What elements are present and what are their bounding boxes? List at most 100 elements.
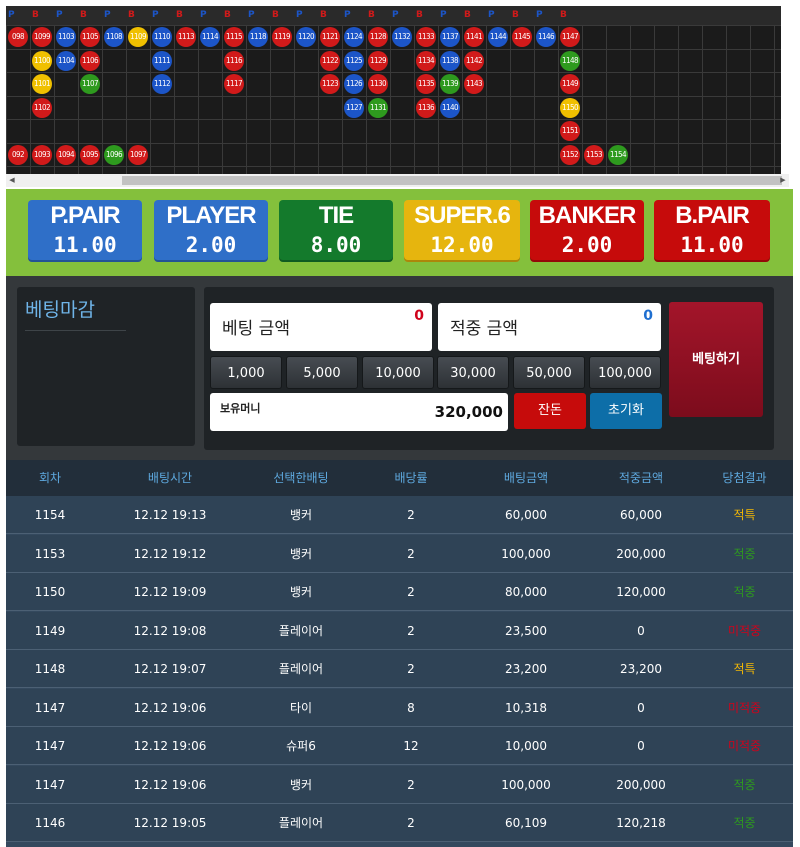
bead-road-board: P B P B P B P B P B P B P B P B P B P B P B P B 098 1099 1103 1105… [6,6,781,174]
place-bet-button[interactable]: 베팅하기 [669,302,763,417]
win-amount-field: 적중 금액 0 [438,303,661,351]
row-bet-amount: 60,000 [505,508,547,522]
road-bead: 1144 [488,27,508,47]
row-win-amount: 60,000 [620,508,662,522]
road-grid-line [750,25,751,174]
road-bead: 1097 [128,144,148,165]
road-header-player-marker: P [200,10,207,20]
bet-player-odds: 2.00 [185,233,237,257]
scroll-left-arrow-icon[interactable]: ◀ [6,174,18,187]
bet-super6-button[interactable]: SUPER.6 12.00 [404,200,520,262]
bet-player-button[interactable]: PLAYER 2.00 [154,200,268,262]
row-odds: 2 [407,777,415,792]
road-grid-line [270,25,271,174]
road-grid-line [246,25,247,174]
row-round: 1147 [34,739,66,753]
road-bead: 1105 [80,27,100,47]
row-result: 적특 [733,662,756,676]
row-pick: 슈퍼6 [286,739,316,753]
bet-banker-button[interactable]: BANKER 2.00 [530,200,644,262]
row-time: 12.12 19:06 [133,700,207,715]
road-header-banker-marker: B [512,10,519,20]
road-bead: 1099 [32,27,52,47]
road-grid-line [486,25,487,174]
road-bead: 1121 [320,27,340,47]
row-win-amount: 120,218 [616,816,666,830]
road-bead: 1113 [176,27,196,47]
road-bead: 1118 [248,27,268,47]
road-bead: 1131 [368,97,388,118]
road-header-player-marker: P [392,10,399,20]
road-bead: 1100 [32,50,52,71]
road-header-player-marker: P [536,10,543,20]
row-bet-amount: 23,200 [505,662,547,676]
chip-30000-button[interactable]: 30,000 [437,356,509,389]
bet-amount-field[interactable]: 베팅 금액 0 [210,303,432,351]
road-bead: 1152 [560,144,580,165]
bet-bpair-button[interactable]: B.PAIR 11.00 [654,200,770,262]
row-time: 12.12 19:12 [133,546,207,561]
road-grid-line [30,25,31,174]
road-bead: 1151 [560,121,580,141]
row-bet-amount: 60,109 [505,816,547,830]
scroll-thumb[interactable] [122,176,782,185]
road-grid-line [6,25,7,174]
change-button[interactable]: 잔돈 [514,393,586,429]
row-win-amount: 0 [637,700,645,715]
road-header-banker-marker: B [128,10,135,20]
road-grid-line [582,25,583,174]
table-row: 1147 12.12 19:06 타이 8 10,318 0 미적중 [6,688,793,727]
bet-amount-value: 0 [414,308,424,324]
road-bead: 1106 [80,50,100,71]
chip-5000-button[interactable]: 5,000 [286,356,358,389]
bet-ppair-name: P.PAIR [50,202,120,229]
road-scrollbar[interactable]: ◀ ▶ [6,174,789,187]
row-time: 12.12 19:08 [133,623,207,638]
road-grid-line [510,25,511,174]
row-result: 미적중 [727,623,762,638]
road-grid-line [6,72,781,73]
row-round: 1154 [34,508,66,522]
row-result: 적중 [733,546,756,561]
chip-1000-button[interactable]: 1,000 [210,356,282,389]
row-result: 적중 [733,585,756,599]
chip-100000-button[interactable]: 100,000 [589,356,661,389]
bet-super6-name: SUPER.6 [414,202,511,229]
row-result: 적중 [733,777,756,792]
road-bead: 1154 [608,144,628,165]
road-bead: 1129 [368,50,388,71]
betting-area: 베팅마감 베팅 금액 0 적중 금액 0 1,000 5,000 10,000 … [6,276,793,460]
bet-options-panel: P.PAIR 11.00 PLAYER 2.00 TIE 8.00 SUPER.… [6,189,793,276]
road-bead: 1093 [32,144,52,165]
row-odds: 8 [407,700,415,715]
col-round: 회차 [38,471,62,485]
row-pick: 타이 [289,700,313,715]
road-bead: 1117 [224,74,244,94]
reset-button[interactable]: 초기화 [590,393,662,429]
chip-10000-button[interactable]: 10,000 [362,356,434,389]
row-bet-amount: 100,000 [501,546,551,561]
row-odds: 2 [407,546,415,561]
bet-tie-odds: 8.00 [310,233,362,257]
road-bead: 1112 [152,74,172,94]
scroll-right-arrow-icon[interactable]: ▶ [777,174,789,187]
table-row: 1153 12.12 19:12 뱅커 2 100,000 200,000 적중 [6,534,793,573]
row-round: 1153 [34,546,66,561]
chip-50000-button[interactable]: 50,000 [513,356,585,389]
road-grid-line [726,25,727,174]
road-bead: 1128 [368,27,388,47]
road-header-player-marker: P [104,10,111,20]
row-odds: 2 [407,585,415,599]
row-round: 1149 [34,623,66,638]
col-win-amount: 적중금액 [618,471,664,485]
road-bead: 1119 [272,27,292,47]
road-grid-line [558,25,559,174]
road-bead: 1101 [32,74,52,94]
row-win-amount: 0 [637,739,645,753]
road-bead: 1110 [152,27,172,47]
bet-ppair-button[interactable]: P.PAIR 11.00 [28,200,142,262]
road-grid-line [6,119,781,120]
row-bet-amount: 23,500 [505,623,547,638]
bet-tie-button[interactable]: TIE 8.00 [279,200,393,262]
row-win-amount: 200,000 [616,546,666,561]
